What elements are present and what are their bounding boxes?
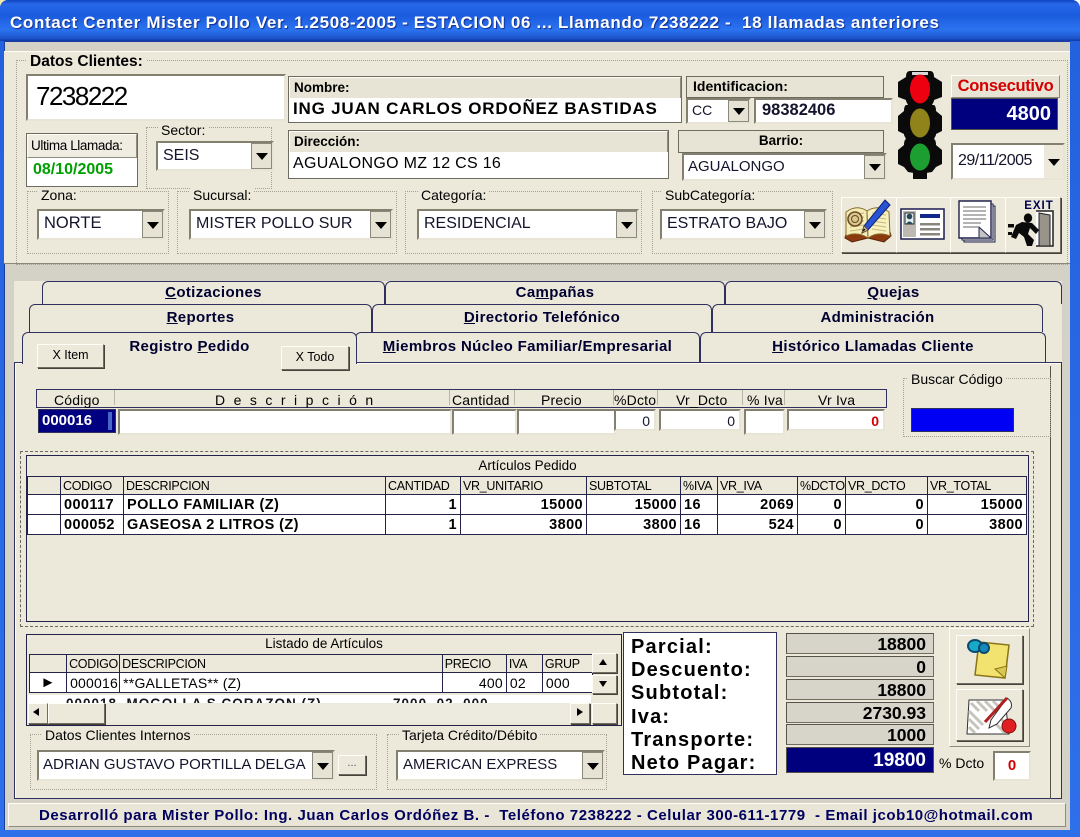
svg-text:EXIT: EXIT	[1024, 200, 1054, 212]
